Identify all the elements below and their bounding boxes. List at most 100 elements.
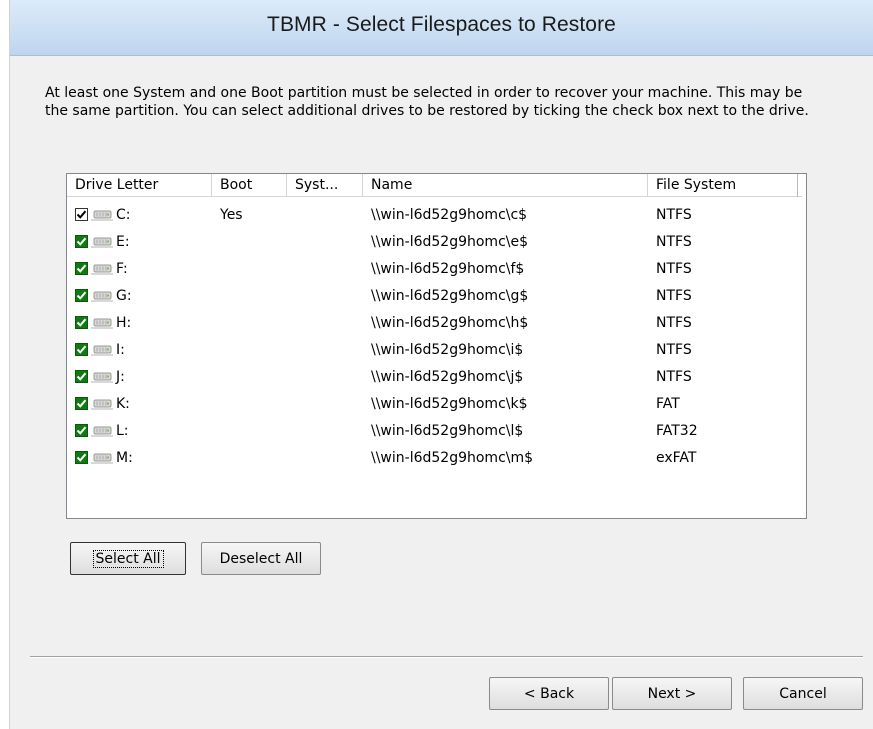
drive-letter: J: — [116, 368, 125, 385]
network-drive-icon — [91, 264, 113, 274]
name-cell: \\win-l6d52g9homc\l$ — [371, 422, 524, 439]
select-all-label: Select All — [92, 549, 164, 568]
checkmark-icon — [76, 318, 87, 327]
table-row[interactable]: H: \\win-l6d52g9homc\h$ NTFS — [67, 309, 806, 336]
name-cell: \\win-l6d52g9homc\e$ — [371, 233, 529, 250]
network-drive-icon — [91, 453, 113, 463]
checkmark-icon — [76, 264, 87, 273]
drive-letter: E: — [116, 233, 130, 250]
drive-letter-cell: L: — [67, 423, 212, 439]
file-system-cell: NTFS — [656, 287, 692, 304]
name-cell: \\win-l6d52g9homc\k$ — [371, 395, 528, 412]
file-system-cell: NTFS — [656, 206, 692, 223]
name-cell: \\win-l6d52g9homc\m$ — [371, 449, 534, 466]
page-title: TBMR - Select Filespaces to Restore — [267, 12, 616, 36]
file-system-cell: NTFS — [656, 260, 692, 277]
drive-letter: G: — [116, 287, 132, 304]
network-drive-icon — [91, 399, 113, 409]
drive-letter-cell: I: — [67, 342, 212, 358]
drive-letter-cell: G: — [67, 288, 212, 304]
checkmark-icon — [76, 345, 87, 354]
next-label: Next > — [647, 685, 697, 702]
column-header-file-system[interactable]: File System — [648, 174, 798, 197]
network-drive-icon — [91, 210, 113, 220]
table-row[interactable]: E: \\win-l6d52g9homc\e$ NTFS — [67, 228, 806, 255]
drive-checkbox[interactable] — [75, 424, 88, 437]
drive-checkbox[interactable] — [75, 316, 88, 329]
filespace-listview[interactable]: Drive Letter Boot Syst... Name File Syst… — [66, 173, 807, 519]
drive-letter: F: — [116, 260, 128, 277]
column-header-boot[interactable]: Boot — [212, 174, 287, 197]
name-cell: \\win-l6d52g9homc\c$ — [371, 206, 528, 223]
table-row[interactable]: M: \\win-l6d52g9homc\m$ exFAT — [67, 444, 806, 471]
name-cell: \\win-l6d52g9homc\f$ — [371, 260, 525, 277]
drive-letter: M: — [116, 449, 133, 466]
checkmark-icon — [76, 399, 87, 408]
checkmark-icon — [76, 210, 87, 219]
file-system-cell: exFAT — [656, 449, 697, 466]
back-button[interactable]: < Back — [489, 677, 609, 710]
network-drive-icon — [91, 372, 113, 382]
table-row[interactable]: K: \\win-l6d52g9homc\k$ FAT — [67, 390, 806, 417]
drive-letter: L: — [116, 422, 129, 439]
drive-letter-cell: J: — [67, 369, 212, 385]
table-row[interactable]: L: \\win-l6d52g9homc\l$ FAT32 — [67, 417, 806, 444]
drive-letter: K: — [116, 395, 130, 412]
file-system-cell: NTFS — [656, 233, 692, 250]
title-banner: TBMR - Select Filespaces to Restore — [10, 0, 873, 56]
name-cell: \\win-l6d52g9homc\h$ — [371, 314, 529, 331]
table-row[interactable]: C: Yes \\win-l6d52g9homc\c$ NTFS — [67, 201, 806, 228]
checkmark-icon — [76, 372, 87, 381]
drive-checkbox[interactable] — [75, 397, 88, 410]
file-system-cell: FAT — [656, 395, 680, 412]
drive-checkbox[interactable] — [75, 235, 88, 248]
drive-letter: H: — [116, 314, 132, 331]
checkmark-icon — [76, 237, 87, 246]
name-cell: \\win-l6d52g9homc\j$ — [371, 368, 524, 385]
cancel-button[interactable]: Cancel — [743, 677, 863, 710]
column-header-drive-letter[interactable]: Drive Letter — [67, 174, 212, 197]
cancel-label: Cancel — [779, 685, 827, 702]
table-row[interactable]: J: \\win-l6d52g9homc\j$ NTFS — [67, 363, 806, 390]
network-drive-icon — [91, 318, 113, 328]
column-header-system[interactable]: Syst... — [287, 174, 363, 197]
drive-letter-cell: H: — [67, 315, 212, 331]
checkmark-icon — [76, 453, 87, 462]
name-cell: \\win-l6d52g9homc\g$ — [371, 287, 529, 304]
drive-checkbox[interactable] — [75, 343, 88, 356]
next-button[interactable]: Next > — [612, 677, 732, 710]
drive-checkbox[interactable] — [75, 262, 88, 275]
drive-checkbox[interactable] — [75, 208, 88, 221]
file-system-cell: NTFS — [656, 341, 692, 358]
table-row[interactable]: G: \\win-l6d52g9homc\g$ NTFS — [67, 282, 806, 309]
drive-checkbox[interactable] — [75, 289, 88, 302]
network-drive-icon — [91, 345, 113, 355]
drive-checkbox[interactable] — [75, 370, 88, 383]
deselect-all-label: Deselect All — [219, 550, 303, 567]
listview-rows: C: Yes \\win-l6d52g9homc\c$ NTFS E: \\win-l6d… — [67, 201, 806, 471]
table-row[interactable]: F: \\win-l6d52g9homc\f$ NTFS — [67, 255, 806, 282]
drive-letter-cell: E: — [67, 234, 212, 250]
file-system-cell: FAT32 — [656, 422, 698, 439]
table-row[interactable]: I: \\win-l6d52g9homc\i$ NTFS — [67, 336, 806, 363]
network-drive-icon — [91, 291, 113, 301]
window-left-edge — [0, 0, 10, 729]
select-all-button[interactable]: Select All — [70, 542, 186, 575]
instructions-text: At least one System and one Boot partiti… — [45, 85, 809, 119]
deselect-all-button[interactable]: Deselect All — [201, 542, 321, 575]
network-drive-icon — [91, 426, 113, 436]
drive-letter-cell: K: — [67, 396, 212, 412]
name-cell: \\win-l6d52g9homc\i$ — [371, 341, 524, 358]
drive-letter: C: — [116, 206, 131, 223]
drive-letter: I: — [116, 341, 125, 358]
drive-letter-cell: M: — [67, 450, 212, 466]
checkmark-icon — [76, 291, 87, 300]
column-header-name[interactable]: Name — [363, 174, 648, 197]
footer-separator — [30, 656, 863, 658]
file-system-cell: NTFS — [656, 314, 692, 331]
listview-header: Drive Letter Boot Syst... Name File Syst… — [67, 174, 802, 197]
drive-checkbox[interactable] — [75, 451, 88, 464]
drive-letter-cell: C: — [67, 207, 212, 223]
network-drive-icon — [91, 237, 113, 247]
boot-cell: Yes — [220, 206, 243, 223]
